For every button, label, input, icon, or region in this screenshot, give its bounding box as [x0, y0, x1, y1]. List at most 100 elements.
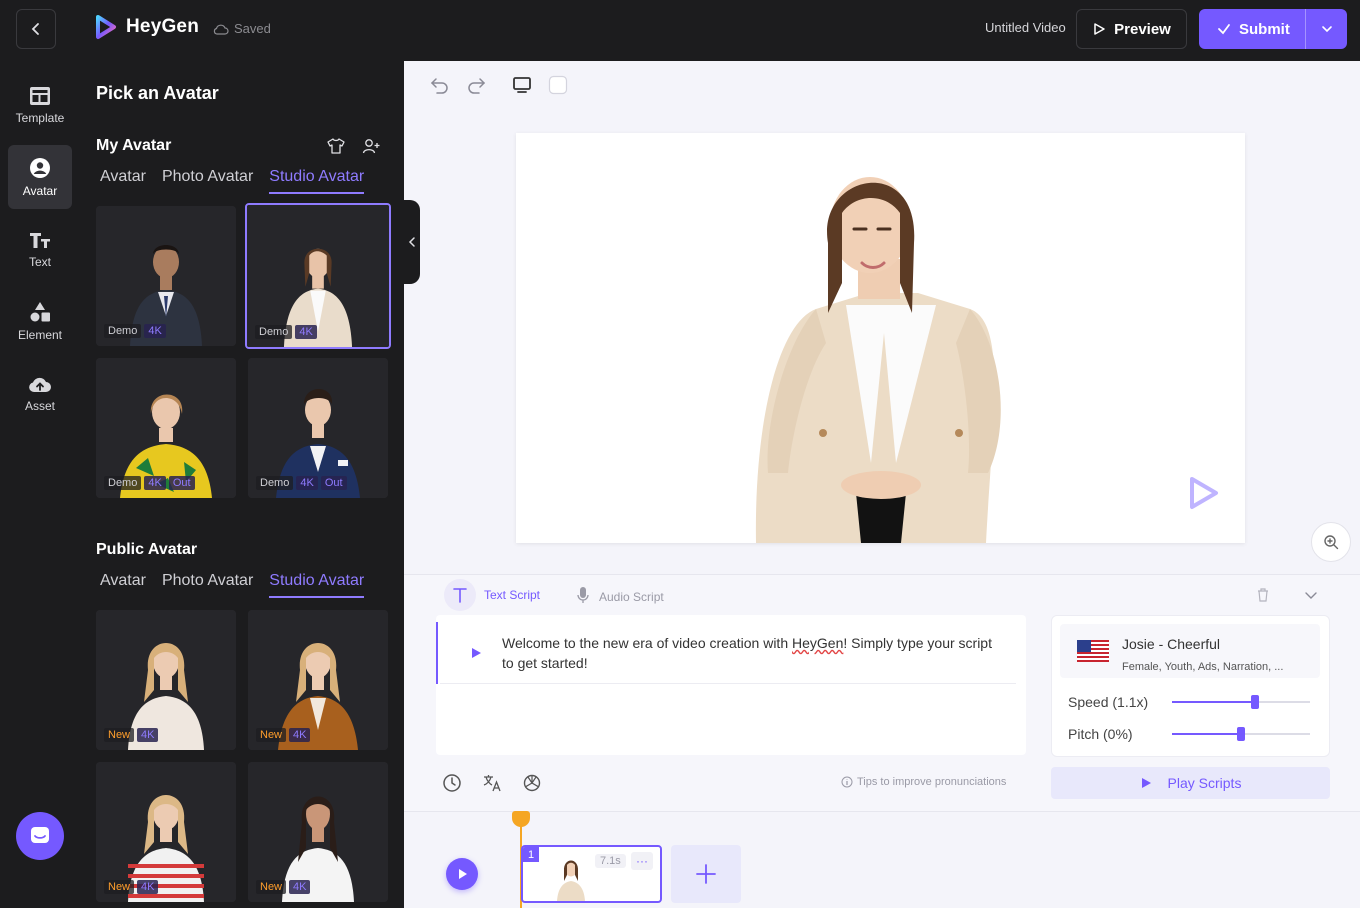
my-avatar-title: My Avatar: [96, 137, 172, 154]
delete-script-button[interactable]: [1252, 584, 1274, 606]
pitch-slider-thumb[interactable]: [1237, 727, 1245, 741]
avatar-card[interactable]: New 4K: [96, 762, 236, 902]
play-icon: [472, 648, 481, 658]
avatar-card[interactable]: Demo 4K Out: [96, 358, 236, 498]
chat-icon: [31, 827, 49, 843]
text-icon: [30, 232, 50, 248]
brand-name: HeyGen: [126, 16, 200, 37]
tab-text-script[interactable]: Text Script: [444, 579, 540, 611]
translate-icon: [483, 775, 501, 792]
tab-public-studio-avatar[interactable]: Studio Avatar: [269, 572, 365, 598]
submit-button[interactable]: Submit: [1199, 9, 1306, 49]
play-scripts-button[interactable]: Play Scripts: [1051, 767, 1330, 799]
tab-public-avatar[interactable]: Avatar: [100, 572, 146, 598]
openai-icon: [523, 774, 541, 792]
public-avatar-title: Public Avatar: [96, 541, 198, 558]
background-color-button[interactable]: [547, 74, 569, 96]
badge-4k: 4K: [137, 880, 159, 894]
active-line-indicator: [436, 622, 438, 684]
pronunciation-tips-link[interactable]: Tips to improve pronunciations: [841, 776, 1006, 788]
add-avatar-button[interactable]: [361, 136, 381, 156]
preview-button[interactable]: Preview: [1076, 9, 1187, 49]
rail-label-asset: Asset: [24, 398, 55, 413]
speed-slider-fill: [1172, 701, 1255, 703]
card-badges: New 4K: [104, 728, 159, 742]
preview-label: Preview: [1114, 20, 1171, 38]
us-flag-icon: [1077, 640, 1109, 662]
submit-dropdown-button[interactable]: [1306, 9, 1347, 49]
pause-insert-button[interactable]: [441, 772, 463, 794]
tab-my-avatar[interactable]: Avatar: [100, 168, 146, 194]
text-script-label: Text Script: [484, 588, 541, 602]
redo-button[interactable]: [465, 74, 487, 96]
tab-audio-script[interactable]: Audio Script: [575, 579, 664, 614]
scene-clip[interactable]: 1 7.1s ···: [521, 845, 662, 903]
badge-new: New: [104, 728, 135, 742]
rail-item-asset[interactable]: Asset: [8, 361, 72, 425]
rail-item-text[interactable]: Text: [8, 217, 72, 281]
panel-title: Pick an Avatar: [96, 83, 219, 103]
card-badges: New 4K: [104, 880, 159, 894]
collapse-panel-button[interactable]: [404, 200, 420, 284]
pitch-label: Pitch (0%): [1068, 726, 1133, 742]
element-icon: [30, 301, 50, 321]
voice-selector[interactable]: Josie - Cheerful Female, Youth, Ads, Nar…: [1060, 624, 1320, 678]
speed-slider[interactable]: [1172, 695, 1310, 709]
scene-duration: 7.1s: [595, 854, 626, 868]
play-line-button[interactable]: [465, 642, 487, 664]
help-chat-button[interactable]: [16, 812, 64, 860]
back-button[interactable]: [16, 9, 56, 49]
watermark-logo-icon: [1190, 477, 1218, 509]
aspect-ratio-button[interactable]: [511, 74, 533, 96]
shirt-icon: [327, 138, 345, 154]
rail-item-element[interactable]: Element: [8, 289, 72, 353]
tab-my-photo-avatar[interactable]: Photo Avatar: [162, 168, 253, 194]
script-text-part: Welcome to the new era of video creation…: [502, 635, 793, 651]
collapse-script-button[interactable]: [1300, 584, 1322, 606]
avatar-card[interactable]: New 4K: [248, 762, 388, 902]
avatar-card-selected[interactable]: Demo 4K: [245, 203, 391, 349]
ai-write-button[interactable]: [521, 772, 543, 794]
video-canvas[interactable]: [516, 133, 1245, 543]
undo-button[interactable]: [429, 74, 451, 96]
avatar-card[interactable]: Demo 4K Out: [248, 358, 388, 498]
badge-4k: 4K: [295, 325, 317, 339]
scene-more-button[interactable]: ···: [631, 852, 653, 870]
outfit-button[interactable]: [326, 136, 346, 156]
avatar-card[interactable]: New 4K: [248, 610, 388, 750]
speed-label: Speed (1.1x): [1068, 694, 1149, 710]
card-badges: New 4K: [256, 880, 311, 894]
rail-item-template[interactable]: Template: [8, 73, 72, 137]
avatar-card[interactable]: Demo 4K: [96, 206, 236, 346]
badge-demo: Demo: [256, 476, 294, 490]
avatar-card[interactable]: New 4K: [96, 610, 236, 750]
timeline-play-button[interactable]: [446, 858, 478, 890]
translate-button[interactable]: [481, 772, 503, 794]
badge-demo: Demo: [104, 324, 142, 338]
add-scene-button[interactable]: [671, 845, 741, 903]
badge-4k: 4K: [296, 476, 318, 490]
tab-public-photo-avatar[interactable]: Photo Avatar: [162, 572, 253, 598]
video-title[interactable]: Untitled Video: [985, 20, 1066, 35]
trash-icon: [1258, 588, 1268, 602]
chevron-down-icon: [1321, 26, 1332, 33]
brand-logo[interactable]: HeyGen: [92, 14, 199, 40]
card-badges: Demo 4K: [104, 324, 166, 338]
speed-slider-thumb[interactable]: [1250, 695, 1259, 709]
play-icon: [1141, 778, 1151, 788]
cloud-check-icon: [213, 24, 229, 35]
audio-script-label: Audio Script: [599, 589, 664, 604]
rail-item-avatar[interactable]: Avatar: [8, 145, 72, 209]
zoom-button[interactable]: [1311, 522, 1351, 562]
card-badges: New 4K: [256, 728, 311, 742]
tab-my-studio-avatar[interactable]: Studio Avatar: [269, 168, 365, 194]
badge-new: New: [256, 728, 287, 742]
pitch-slider[interactable]: [1172, 727, 1310, 741]
avatar-icon: [30, 157, 50, 178]
public-avatar-tabs: Avatar Photo Avatar Studio Avatar: [100, 572, 365, 598]
script-text[interactable]: Welcome to the new era of video creation…: [502, 633, 1002, 673]
color-swatch-icon: [548, 75, 568, 95]
zoom-in-icon: [1324, 535, 1339, 550]
left-rail: Template Avatar Text Element Asset: [0, 61, 80, 908]
voice-tags: Female, Youth, Ads, Narration, ...: [1122, 661, 1284, 673]
